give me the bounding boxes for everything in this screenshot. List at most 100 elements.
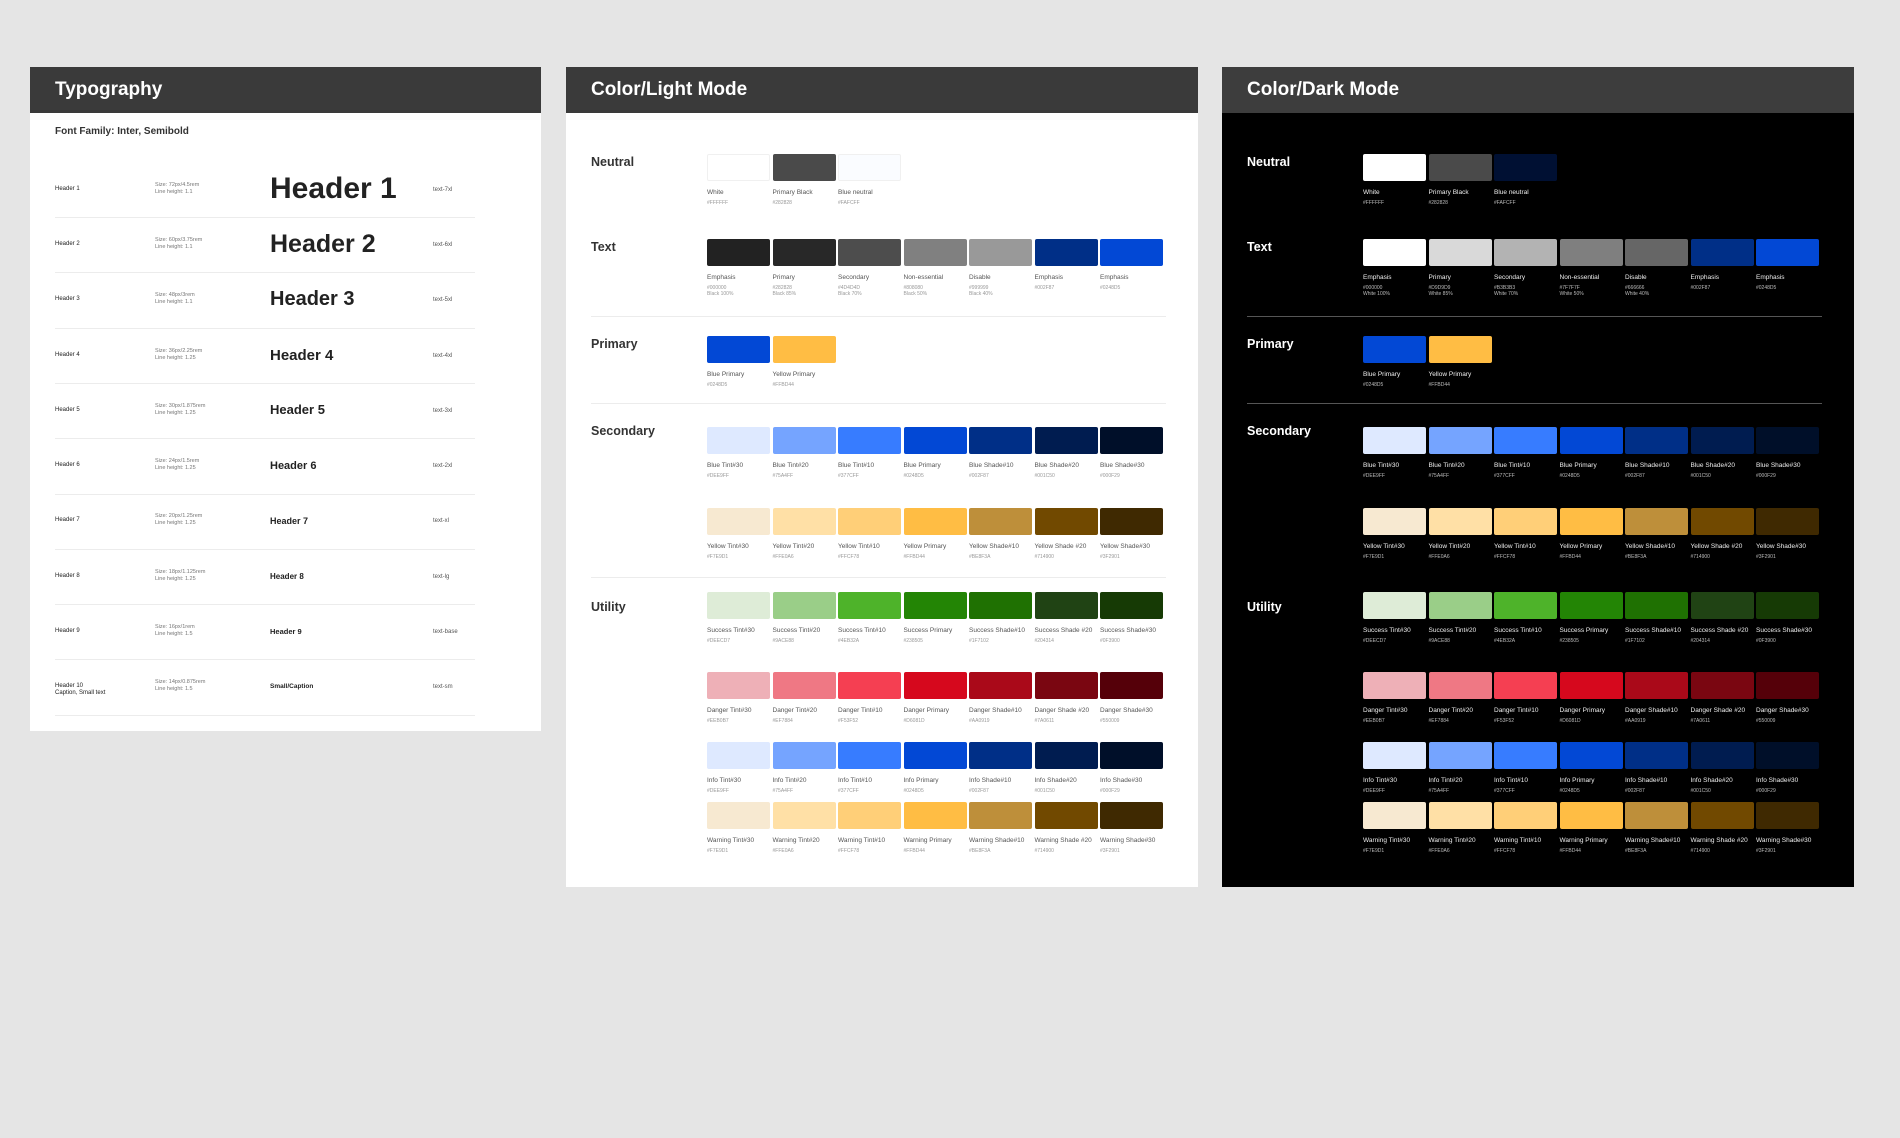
color-swatch[interactable]: Danger Shade #20 #7A0611 — [1690, 672, 1754, 724]
color-swatch[interactable]: Yellow Tint#30 #F7E9D1 — [1363, 508, 1426, 560]
color-swatch[interactable]: Info Tint#20 #75A4FF — [1428, 742, 1492, 794]
color-swatch[interactable]: Warning Shade #20 #714900 — [1034, 802, 1098, 854]
color-swatch[interactable]: Disable #666666 White 40% — [1625, 239, 1688, 298]
color-swatch[interactable]: Danger Shade#10 #AA0919 — [969, 672, 1032, 724]
color-swatch[interactable]: Blue Primary #0248D5 — [903, 427, 967, 479]
color-swatch[interactable]: Secondary #4D4D4D Black 70% — [838, 239, 901, 298]
color-swatch[interactable]: Warning Tint#30 #F7E9D1 — [1363, 802, 1426, 854]
color-swatch[interactable]: Danger Shade#30 #550009 — [1100, 672, 1163, 724]
color-swatch[interactable]: Danger Tint#20 #EF7884 — [772, 672, 836, 724]
color-swatch[interactable]: Warning Tint#10 #FFCF78 — [838, 802, 901, 854]
color-swatch[interactable]: Info Shade#20 #001C50 — [1034, 742, 1098, 794]
color-swatch[interactable]: Success Tint#10 #4EB32A — [1494, 592, 1557, 644]
color-swatch[interactable]: Info Primary #0248D5 — [1559, 742, 1623, 794]
color-swatch[interactable]: Warning Tint#10 #FFCF78 — [1494, 802, 1557, 854]
color-swatch[interactable]: Blue Shade#30 #000F29 — [1756, 427, 1819, 479]
color-swatch[interactable]: Primary #282828 Black 85% — [772, 239, 836, 298]
color-swatch[interactable]: Warning Shade#10 #BE8F3A — [1625, 802, 1688, 854]
color-swatch[interactable]: Info Tint#30 #DEE9FF — [707, 742, 770, 794]
color-swatch[interactable]: Emphasis #002F87 — [1690, 239, 1754, 291]
color-swatch[interactable]: Blue Tint#30 #DEE9FF — [1363, 427, 1426, 479]
color-swatch[interactable]: Warning Tint#20 #FFE0A6 — [1428, 802, 1492, 854]
color-swatch[interactable]: Emphasis #0248D5 — [1100, 239, 1163, 291]
color-swatch[interactable]: Blue Shade#20 #001C50 — [1034, 427, 1098, 479]
color-swatch[interactable]: Info Shade#20 #001C50 — [1690, 742, 1754, 794]
color-swatch[interactable]: Danger Shade#30 #550009 — [1756, 672, 1819, 724]
color-swatch[interactable]: Blue Primary #0248D5 — [1363, 336, 1426, 388]
color-swatch[interactable]: Info Tint#30 #DEE9FF — [1363, 742, 1426, 794]
color-swatch[interactable]: Danger Tint#30 #EEB0B7 — [1363, 672, 1426, 724]
color-swatch[interactable]: White #FFFFFF — [707, 154, 770, 206]
color-swatch[interactable]: Blue Shade#10 #002F87 — [969, 427, 1032, 479]
color-swatch[interactable]: Success Shade #20 #204314 — [1034, 592, 1098, 644]
color-swatch[interactable]: Info Shade#10 #002F87 — [1625, 742, 1688, 794]
color-swatch[interactable]: Danger Shade #20 #7A0611 — [1034, 672, 1098, 724]
color-swatch[interactable]: Danger Primary #D6081D — [1559, 672, 1623, 724]
color-swatch[interactable]: Primary Black #282828 — [772, 154, 836, 206]
color-swatch[interactable]: Yellow Shade#30 #3F2901 — [1756, 508, 1819, 560]
color-swatch[interactable]: Success Tint#10 #4EB32A — [838, 592, 901, 644]
color-swatch[interactable]: Yellow Primary #FFBD44 — [903, 508, 967, 560]
color-swatch[interactable]: Yellow Shade#10 #BE8F3A — [1625, 508, 1688, 560]
color-swatch[interactable]: Blue Shade#30 #000F29 — [1100, 427, 1163, 479]
color-swatch[interactable]: Danger Tint#20 #EF7884 — [1428, 672, 1492, 724]
color-swatch[interactable]: Warning Shade#10 #BE8F3A — [969, 802, 1032, 854]
color-swatch[interactable]: Warning Shade#30 #3F2901 — [1100, 802, 1163, 854]
color-swatch[interactable]: Blue Tint#10 #377CFF — [1494, 427, 1557, 479]
color-swatch[interactable]: Warning Tint#20 #FFE0A6 — [772, 802, 836, 854]
color-swatch[interactable]: Yellow Shade#30 #3F2901 — [1100, 508, 1163, 560]
color-swatch[interactable]: Blue Tint#30 #DEE9FF — [707, 427, 770, 479]
color-swatch[interactable]: Emphasis #002F87 — [1034, 239, 1098, 291]
color-swatch[interactable]: Non-essential #808080 Black 50% — [903, 239, 967, 298]
color-swatch[interactable]: Yellow Tint#10 #FFCF78 — [1494, 508, 1557, 560]
color-swatch[interactable]: Disable #999999 Black 40% — [969, 239, 1032, 298]
color-swatch[interactable]: Blue Tint#20 #75A4FF — [1428, 427, 1492, 479]
color-swatch[interactable]: Yellow Shade #20 #714900 — [1690, 508, 1754, 560]
color-swatch[interactable]: Info Shade#10 #002F87 — [969, 742, 1032, 794]
color-swatch[interactable]: Emphasis #000000 Black 100% — [707, 239, 770, 298]
color-swatch[interactable]: Success Shade#10 #1F7102 — [969, 592, 1032, 644]
color-swatch[interactable]: Danger Tint#10 #F53F52 — [838, 672, 901, 724]
color-swatch[interactable]: White #FFFFFF — [1363, 154, 1426, 206]
color-swatch[interactable]: Warning Shade#30 #3F2901 — [1756, 802, 1819, 854]
color-swatch[interactable]: Warning Tint#30 #F7E9D1 — [707, 802, 770, 854]
color-swatch[interactable]: Blue Shade#20 #001C50 — [1690, 427, 1754, 479]
color-swatch[interactable]: Emphasis #0248D5 — [1756, 239, 1819, 291]
color-swatch[interactable]: Blue neutral #FAFCFF — [838, 154, 901, 206]
color-swatch[interactable]: Success Tint#20 #9ACE88 — [1428, 592, 1492, 644]
color-swatch[interactable]: Info Primary #0248D5 — [903, 742, 967, 794]
color-swatch[interactable]: Yellow Primary #FFBD44 — [1428, 336, 1492, 388]
color-swatch[interactable]: Info Shade#30 #000F29 — [1100, 742, 1163, 794]
color-swatch[interactable]: Blue Primary #0248D5 — [707, 336, 770, 388]
color-swatch[interactable]: Yellow Shade#10 #BE8F3A — [969, 508, 1032, 560]
color-swatch[interactable]: Danger Primary #D6081D — [903, 672, 967, 724]
color-swatch[interactable]: Primary Black #282828 — [1428, 154, 1492, 206]
color-swatch[interactable]: Danger Shade#10 #AA0919 — [1625, 672, 1688, 724]
color-swatch[interactable]: Blue Tint#10 #377CFF — [838, 427, 901, 479]
color-swatch[interactable]: Success Primary #238505 — [903, 592, 967, 644]
color-swatch[interactable]: Primary #D9D9D9 White 85% — [1428, 239, 1492, 298]
color-swatch[interactable]: Warning Shade #20 #714900 — [1690, 802, 1754, 854]
color-swatch[interactable]: Success Shade #20 #204314 — [1690, 592, 1754, 644]
color-swatch[interactable]: Blue Tint#20 #75A4FF — [772, 427, 836, 479]
color-swatch[interactable]: Non-essential #7F7F7F White 50% — [1559, 239, 1623, 298]
color-swatch[interactable]: Success Tint#30 #DEECD7 — [1363, 592, 1426, 644]
color-swatch[interactable]: Blue Primary #0248D5 — [1559, 427, 1623, 479]
color-swatch[interactable]: Info Tint#20 #75A4FF — [772, 742, 836, 794]
color-swatch[interactable]: Secondary #B3B3B3 White 70% — [1494, 239, 1557, 298]
color-swatch[interactable]: Success Tint#20 #9ACE88 — [772, 592, 836, 644]
color-swatch[interactable]: Success Shade#10 #1F7102 — [1625, 592, 1688, 644]
color-swatch[interactable]: Blue neutral #FAFCFF — [1494, 154, 1557, 206]
color-swatch[interactable]: Danger Tint#30 #EEB0B7 — [707, 672, 770, 724]
color-swatch[interactable]: Blue Shade#10 #002F87 — [1625, 427, 1688, 479]
color-swatch[interactable]: Success Shade#30 #0F3900 — [1100, 592, 1163, 644]
color-swatch[interactable]: Yellow Tint#20 #FFE0A6 — [772, 508, 836, 560]
color-swatch[interactable]: Yellow Shade #20 #714900 — [1034, 508, 1098, 560]
color-swatch[interactable]: Yellow Tint#10 #FFCF78 — [838, 508, 901, 560]
color-swatch[interactable]: Info Shade#30 #000F29 — [1756, 742, 1819, 794]
color-swatch[interactable]: Success Shade#30 #0F3900 — [1756, 592, 1819, 644]
color-swatch[interactable]: Yellow Tint#20 #FFE0A6 — [1428, 508, 1492, 560]
color-swatch[interactable]: Yellow Primary #FFBD44 — [772, 336, 836, 388]
color-swatch[interactable]: Warning Primary #FFBD44 — [1559, 802, 1623, 854]
color-swatch[interactable]: Emphasis #000000 White 100% — [1363, 239, 1426, 298]
